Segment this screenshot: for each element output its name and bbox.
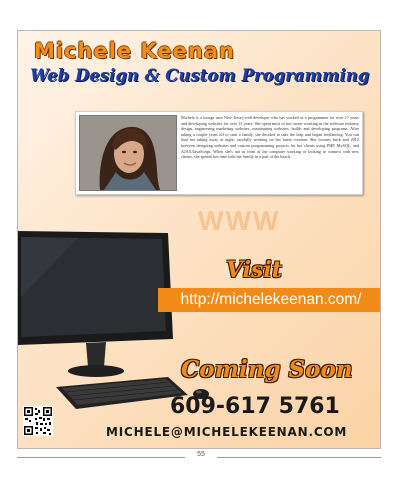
- visit-heading: Visit: [226, 257, 282, 283]
- coming-soon-heading: Coming Soon: [181, 356, 353, 383]
- portrait-photo: [79, 115, 177, 191]
- tagline: Web Design & Custom Programming: [30, 66, 370, 85]
- email-address[interactable]: MICHELE@MICHELEKEENAN.COM: [106, 425, 347, 439]
- advertisement: Michele Keenan Web Design & Custom Progr…: [17, 30, 381, 449]
- qr-code[interactable]: [23, 406, 53, 436]
- advertiser-name: Michele Keenan: [34, 39, 235, 63]
- bio-box: Michele is a lounge area New Jersey web …: [75, 111, 363, 195]
- bio-text: Michele is a lounge area New Jersey web …: [181, 115, 359, 160]
- footer-divider-left: [17, 457, 185, 458]
- page-number: 55: [191, 451, 211, 458]
- website-url[interactable]: http://michelekeenan.com/: [158, 288, 380, 312]
- phone-number: 609-617 5761: [170, 394, 340, 419]
- footer-divider-right: [217, 457, 381, 458]
